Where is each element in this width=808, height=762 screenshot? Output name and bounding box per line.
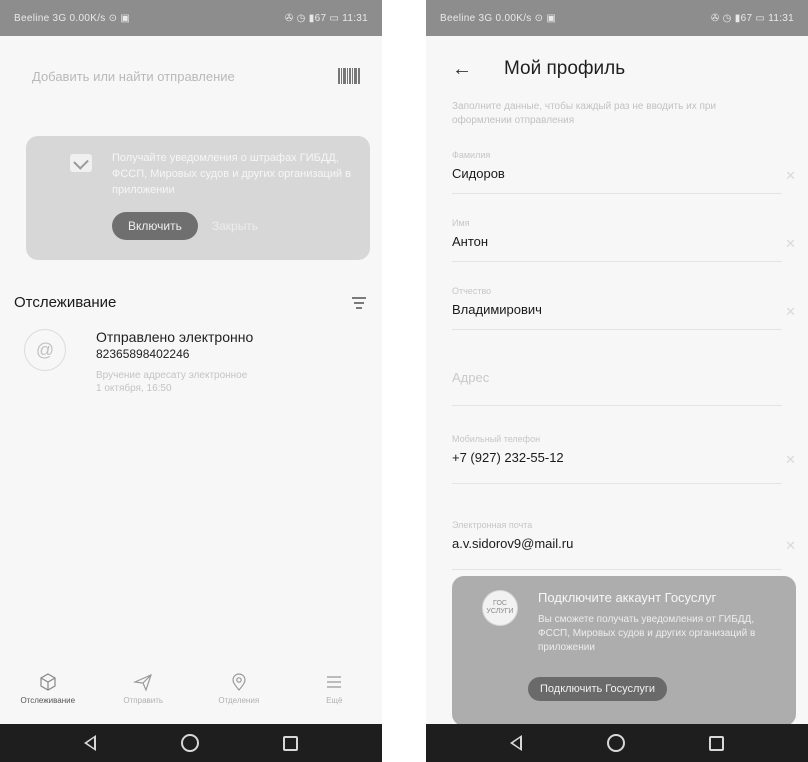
patronymic-field[interactable]: Отчество Владимирович ✕	[426, 286, 808, 330]
tracking-number: 82365898402246	[96, 347, 190, 361]
gosuslugi-text: Вы сможете получать уведомления от ГИБДД…	[538, 614, 756, 653]
system-nav-bar	[0, 724, 382, 762]
send-icon	[133, 670, 153, 694]
location-pin-icon	[229, 670, 249, 694]
search-bar[interactable]: Добавить или найти отправление	[0, 46, 382, 106]
menu-icon	[324, 670, 344, 694]
surname-field[interactable]: Фамилия Сидоров ✕	[426, 150, 808, 194]
phone-label: Мобильный телефон	[452, 434, 541, 444]
notification-mail-icon	[70, 154, 92, 172]
gosuslugi-card: ГОС УСЛУГИ Подключите аккаунт Госуслуг В…	[452, 576, 796, 726]
tracking-date: 1 октября, 16:50	[96, 383, 172, 394]
tracking-list-item[interactable]: @ Отправлено электронно 82365898402246 В…	[0, 329, 382, 395]
status-bar-clock: ✇ ◷ ▮67 ▭ 11:31	[284, 12, 368, 24]
email-label: Электронная почта	[452, 520, 533, 530]
page-title: Мой профиль	[504, 58, 626, 79]
home-nav-icon[interactable]	[180, 734, 199, 752]
email-field[interactable]: Электронная почта a.v.sidorov9@mail.ru ✕	[426, 520, 808, 570]
status-bar-clock: ✇ ◷ ▮67 ▭ 11:31	[710, 12, 794, 24]
surname-label: Фамилия	[452, 150, 491, 160]
box-icon	[38, 670, 58, 694]
back-nav-icon[interactable]	[510, 735, 523, 751]
name-input[interactable]: Антон	[452, 234, 782, 249]
status-bar-carrier: Beeline 3G 0.00K/s ⊙ ▣	[440, 12, 557, 24]
recents-nav-icon[interactable]	[282, 735, 298, 751]
tab-label: Ещё	[326, 696, 343, 705]
clear-icon[interactable]: ✕	[785, 538, 796, 554]
surname-input[interactable]: Сидоров	[452, 166, 782, 181]
clear-icon[interactable]: ✕	[785, 168, 796, 184]
notifications-promo-card: Получайте уведомления о штрафах ГИБДД, Ф…	[26, 136, 370, 260]
filter-icon[interactable]	[352, 296, 366, 309]
system-nav-bar	[426, 724, 808, 762]
patronymic-input[interactable]: Владимирович	[452, 302, 782, 317]
tab-tracking[interactable]: Отслеживание	[8, 670, 88, 705]
tracking-status: Вручение адресату электронное	[96, 370, 248, 381]
connect-gosuslugi-button[interactable]: Подключить Госуслуги	[528, 677, 668, 701]
gosuslugi-logo: ГОС УСЛУГИ	[482, 590, 518, 626]
back-arrow-icon[interactable]: ←	[452, 58, 482, 81]
tab-offices[interactable]: Отделения	[199, 670, 279, 705]
at-sign-icon: @	[24, 329, 66, 371]
clear-icon[interactable]: ✕	[785, 304, 796, 320]
phone-field[interactable]: Мобильный телефон +7 (927) 232-55-12 ✕	[426, 434, 808, 484]
patronymic-label: Отчество	[452, 286, 492, 296]
enable-button[interactable]: Включить	[112, 212, 198, 240]
clear-icon[interactable]: ✕	[785, 236, 796, 252]
tab-label: Отслеживание	[20, 696, 76, 705]
tracking-screen: Beeline 3G 0.00K/s ⊙ ▣ ✇ ◷ ▮67 ▭ 11:31 Д…	[0, 0, 382, 762]
profile-header: ← Мой профиль	[426, 44, 808, 94]
address-field[interactable]: Адрес	[426, 370, 808, 406]
tab-more[interactable]: Ещё	[294, 670, 374, 705]
status-bar: Beeline 3G 0.00K/s ⊙ ▣ ✇ ◷ ▮67 ▭ 11:31	[426, 0, 808, 36]
profile-screen: Beeline 3G 0.00K/s ⊙ ▣ ✇ ◷ ▮67 ▭ 11:31 ←…	[426, 0, 808, 762]
tab-label: Отправить	[123, 696, 164, 705]
barcode-scan-icon[interactable]	[338, 68, 360, 84]
name-field[interactable]: Имя Антон ✕	[426, 218, 808, 262]
dismiss-button[interactable]: Закрыть	[212, 219, 258, 233]
address-input[interactable]: Адрес	[452, 370, 782, 385]
profile-intro: Заполните данные, чтобы каждый раз не вв…	[452, 101, 717, 126]
clear-icon[interactable]: ✕	[785, 452, 796, 468]
tracking-title: Отслеживание	[14, 294, 117, 311]
email-input[interactable]: a.v.sidorov9@mail.ru	[452, 536, 782, 551]
status-bar: Beeline 3G 0.00K/s ⊙ ▣ ✇ ◷ ▮67 ▭ 11:31	[0, 0, 382, 36]
tracking-item-title: Отправлено электронно	[96, 329, 254, 345]
name-label: Имя	[452, 218, 470, 228]
recents-nav-icon[interactable]	[708, 735, 724, 751]
promo-text: Получайте уведомления о штрафах ГИБДД, Ф…	[112, 152, 352, 196]
tab-label: Отделения	[218, 696, 260, 705]
status-bar-carrier: Beeline 3G 0.00K/s ⊙ ▣	[14, 12, 131, 24]
search-input[interactable]: Добавить или найти отправление	[32, 69, 235, 84]
back-nav-icon[interactable]	[84, 735, 97, 751]
tab-send[interactable]: Отправить	[103, 670, 183, 705]
home-nav-icon[interactable]	[606, 734, 625, 752]
gosuslugi-title: Подключите аккаунт Госуслуг	[538, 590, 717, 605]
phone-input[interactable]: +7 (927) 232-55-12	[452, 450, 782, 465]
bottom-tab-bar: Отслеживание Отправить Отделения Ещё	[0, 664, 382, 724]
